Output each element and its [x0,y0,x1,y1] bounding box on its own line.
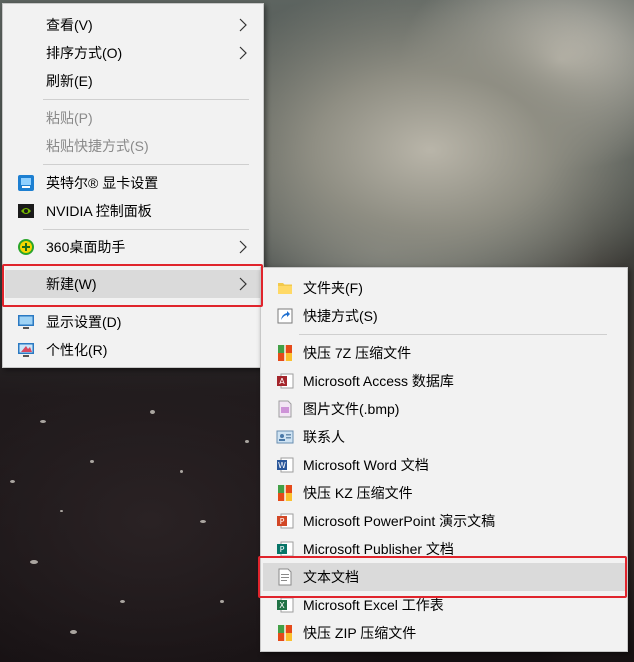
new-item-kz-7z-label: 快压 7Z 压缩文件 [303,345,412,361]
wallpaper-speck [10,480,15,483]
new-item-kz-kz-label: 快压 KZ 压缩文件 [303,485,413,501]
menu-item-paste-shortcut: 粘贴快捷方式(S) [5,132,261,160]
menu-item-view[interactable]: 查看(V) [5,11,261,39]
menu-item-intel-graphics[interactable]: 英特尔® 显卡设置 [5,169,261,197]
360-assistant-icon [18,239,34,255]
annotation-box-text-doc [258,556,627,598]
new-item-powerpoint[interactable]: P Microsoft PowerPoint 演示文稿 [263,507,625,535]
menu-separator [43,164,249,165]
kuaiya-archive-icon [278,625,292,641]
new-item-excel-label: Microsoft Excel 工作表 [303,597,444,613]
svg-text:P: P [280,517,285,526]
new-item-folder-label: 文件夹(F) [303,280,363,296]
menu-item-paste-shortcut-label: 粘贴快捷方式(S) [46,138,149,154]
new-item-contact[interactable]: 联系人 [263,423,625,451]
new-item-word-doc-label: Microsoft Word 文档 [303,457,429,473]
wallpaper-speck [90,460,94,463]
wallpaper-speck [200,520,206,523]
menu-item-refresh[interactable]: 刷新(E) [5,67,261,95]
powerpoint-icon: P [277,513,294,529]
new-item-kz-zip-label: 快压 ZIP 压缩文件 [303,625,417,641]
folder-icon [278,283,292,294]
wallpaper-speck [180,470,183,473]
kuaiya-archive-icon [278,485,292,501]
menu-item-paste-label: 粘贴(P) [46,110,93,126]
menu-item-360-desktop-assistant-label: 360桌面助手 [46,239,126,255]
menu-item-nvidia-panel-label: NVIDIA 控制面板 [46,203,152,219]
new-item-kz-7z[interactable]: 快压 7Z 压缩文件 [263,339,625,367]
new-item-shortcut[interactable]: 快捷方式(S) [263,302,625,330]
wallpaper-speck [60,510,63,512]
svg-text:X: X [279,601,285,610]
contact-card-icon [276,430,294,444]
menu-separator [43,99,249,100]
wallpaper-speck [30,560,38,564]
menu-item-refresh-label: 刷新(E) [46,73,93,89]
shortcut-icon [277,308,293,324]
kuaiya-archive-icon [278,345,292,361]
menu-item-360-desktop-assistant[interactable]: 360桌面助手 [5,233,261,261]
new-item-bmp-image-label: 图片文件(.bmp) [303,401,400,417]
desktop-context-menu: 查看(V) 排序方式(O) 刷新(E) 粘贴(P) 粘贴快捷方式(S) 英特尔®… [2,3,264,368]
chevron-right-icon [239,240,247,254]
wallpaper-speck [70,630,77,634]
new-item-access-db-label: Microsoft Access 数据库 [303,373,454,389]
menu-item-personalize[interactable]: 个性化(R) [5,336,261,364]
wallpaper-speck [120,600,125,603]
wallpaper-speck [245,440,249,443]
menu-item-display-settings[interactable]: 显示设置(D) [5,308,261,336]
wallpaper-speck [150,410,155,414]
new-item-bmp-image[interactable]: 图片文件(.bmp) [263,395,625,423]
new-item-powerpoint-label: Microsoft PowerPoint 演示文稿 [303,513,496,529]
new-item-access-db[interactable]: A Microsoft Access 数据库 [263,367,625,395]
chevron-right-icon [239,18,247,32]
menu-item-personalize-label: 个性化(R) [46,342,108,358]
new-item-shortcut-label: 快捷方式(S) [303,308,378,324]
new-item-kz-kz[interactable]: 快压 KZ 压缩文件 [263,479,625,507]
svg-text:P: P [280,545,285,554]
chevron-right-icon [239,46,247,60]
new-item-kz-zip[interactable]: 快压 ZIP 压缩文件 [263,619,625,647]
word-icon: W [277,457,294,473]
wallpaper-speck [40,420,46,423]
svg-text:W: W [278,461,286,470]
bmp-image-icon [278,400,292,418]
new-item-word-doc[interactable]: W Microsoft Word 文档 [263,451,625,479]
personalize-icon [18,343,34,357]
menu-item-display-settings-label: 显示设置(D) [46,314,122,330]
annotation-box-new [2,264,263,307]
intel-graphics-icon [18,175,34,191]
access-icon: A [277,373,294,389]
menu-separator [299,334,607,335]
new-item-contact-label: 联系人 [303,429,345,445]
menu-item-intel-graphics-label: 英特尔® 显卡设置 [46,175,159,191]
nvidia-icon [18,204,34,218]
new-item-folder[interactable]: 文件夹(F) [263,274,625,302]
svg-text:A: A [279,377,285,386]
menu-item-sort-by-label: 排序方式(O) [46,45,123,61]
menu-item-view-label: 查看(V) [46,17,93,33]
menu-separator [43,229,249,230]
excel-icon: X [277,597,294,613]
menu-item-paste: 粘贴(P) [5,104,261,132]
menu-item-nvidia-panel[interactable]: NVIDIA 控制面板 [5,197,261,225]
wallpaper-speck [220,600,224,603]
menu-item-sort-by[interactable]: 排序方式(O) [5,39,261,67]
display-settings-icon [18,315,34,329]
